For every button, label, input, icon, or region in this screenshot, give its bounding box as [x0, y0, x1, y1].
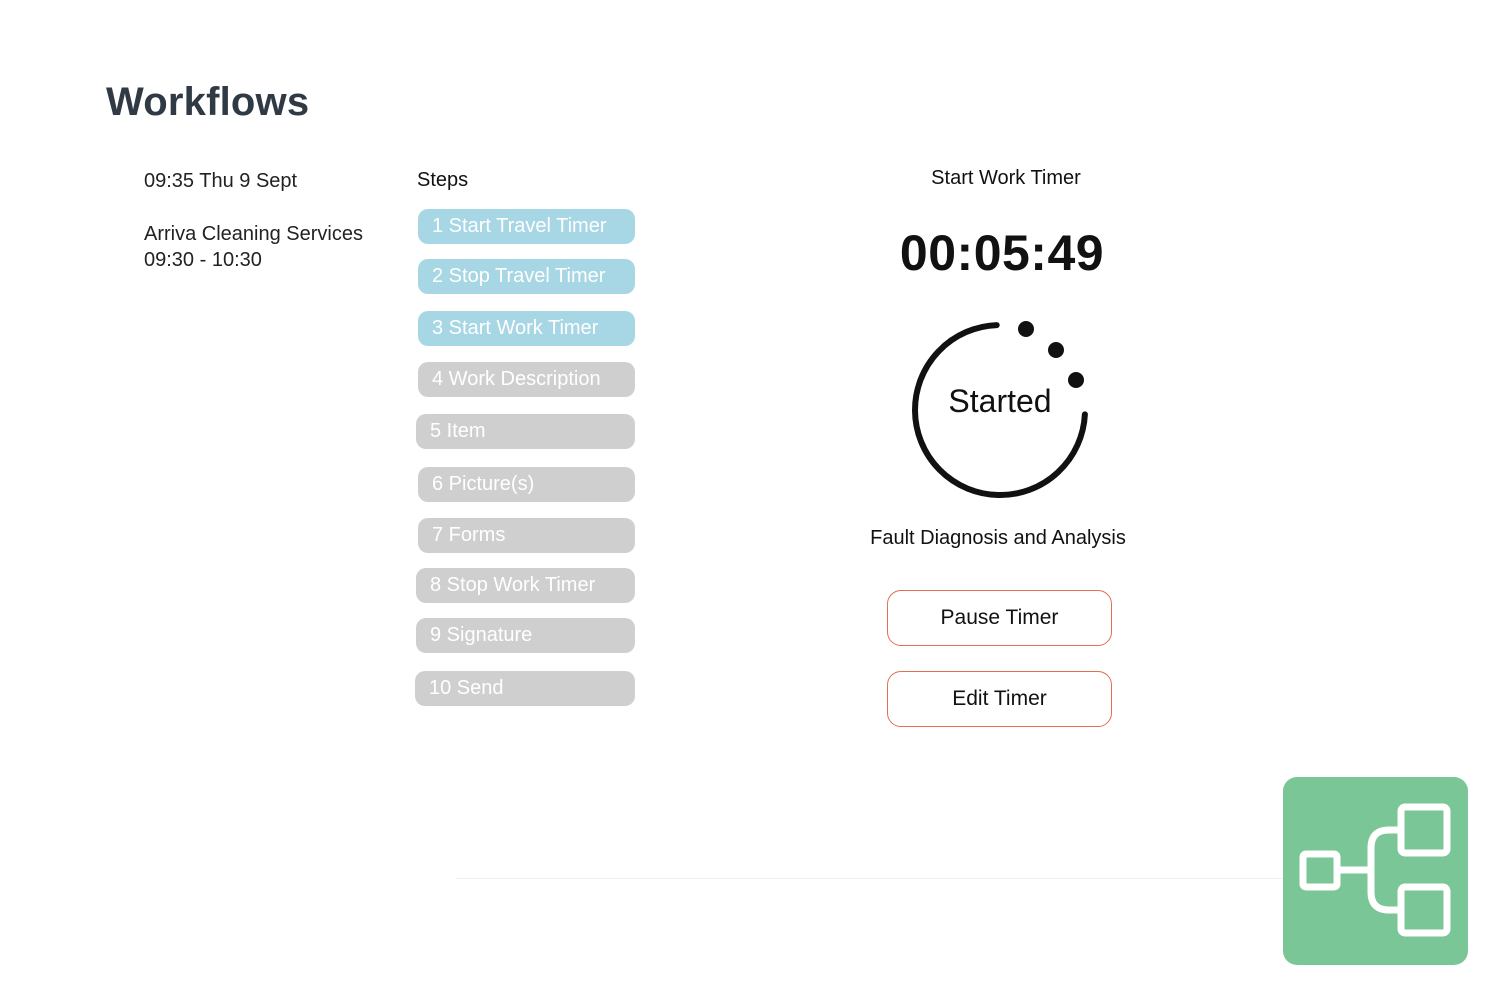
timer-status: Started [948, 383, 1052, 419]
app-logo [1283, 777, 1468, 965]
step-start-work-timer[interactable]: 3 Start Work Timer [418, 311, 635, 346]
workflow-tree-icon [1299, 803, 1451, 937]
divider [456, 878, 1286, 879]
job-time-window: 09:30 - 10:30 [144, 249, 262, 271]
timer-title: Start Work Timer [931, 167, 1081, 189]
step-start-travel-timer[interactable]: 1 Start Travel Timer [418, 209, 635, 244]
step-stop-work-timer[interactable]: 8 Stop Work Timer [416, 568, 635, 603]
job-client-info: Arriva Cleaning Services 09:30 - 10:30 [144, 221, 363, 273]
pause-timer-button[interactable]: Pause Timer [887, 590, 1112, 646]
job-type-label: Fault Diagnosis and Analysis [870, 527, 1126, 549]
steps-heading: Steps [417, 169, 469, 191]
timer-value: 00:05:49 [899, 225, 1105, 281]
edit-timer-button[interactable]: Edit Timer [887, 671, 1112, 727]
step-item[interactable]: 5 Item [416, 414, 635, 449]
step-pictures[interactable]: 6 Picture(s) [418, 467, 635, 502]
step-signature[interactable]: 9 Signature [416, 618, 635, 653]
page-title: Workflows [106, 80, 310, 124]
step-stop-travel-timer[interactable]: 2 Stop Travel Timer [418, 259, 635, 294]
step-work-description[interactable]: 4 Work Description [418, 362, 635, 397]
job-datetime: 09:35 Thu 9 Sept [144, 170, 298, 192]
step-send[interactable]: 10 Send [415, 671, 635, 706]
step-forms[interactable]: 7 Forms [418, 518, 635, 553]
job-client-name: Arriva Cleaning Services [144, 223, 363, 245]
